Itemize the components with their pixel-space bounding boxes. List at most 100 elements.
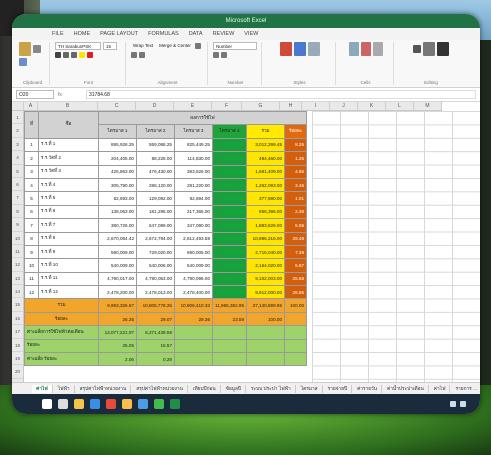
summary-empty-cell[interactable] — [246, 338, 286, 354]
subheader-q4[interactable]: ไตรมาส 4 — [211, 124, 248, 139]
total-cell[interactable]: 9,993,326.67 — [98, 298, 137, 313]
summary-empty-cell[interactable] — [211, 352, 248, 367]
total-cell[interactable]: 37,140,899.95 — [246, 298, 286, 313]
table-cell[interactable]: 2,164,020.00 — [246, 258, 286, 273]
sheet-tab[interactable]: เทียบปีก่อน — [189, 384, 221, 393]
table-cell[interactable]: ร.ร.ที่ 6 — [38, 204, 99, 220]
font-size-select[interactable]: 16 — [103, 42, 117, 50]
table-cell[interactable]: 217,365.00 — [174, 204, 213, 220]
subheader-total[interactable]: รวม — [246, 124, 286, 139]
table-cell[interactable]: 383,526.00 — [174, 164, 213, 179]
folder-icon[interactable] — [74, 399, 84, 409]
edge-icon[interactable] — [90, 399, 100, 409]
table-cell[interactable]: 82,694.00 — [174, 191, 213, 206]
table-cell[interactable]: 9 — [24, 244, 39, 260]
table-cell[interactable]: 6 — [24, 204, 39, 220]
format-as-table-icon[interactable] — [293, 42, 306, 56]
sheet-tab[interactable]: ค่าไฟ — [32, 384, 53, 393]
column-header[interactable]: I — [302, 102, 330, 110]
table-cell[interactable]: 3.46 — [284, 177, 308, 193]
table-cell[interactable]: ร.ร.ที่ 1 — [38, 137, 99, 153]
wrap-text-button[interactable]: Wrap Text — [131, 42, 155, 50]
menu-review[interactable]: REVIEW — [213, 31, 235, 37]
italic-icon[interactable] — [63, 52, 69, 58]
menu-view[interactable]: VIEW — [244, 31, 258, 37]
table-cell[interactable]: 2,478,013.00 — [136, 285, 175, 300]
network-icon[interactable] — [450, 401, 456, 407]
sheet-tab[interactable]: ไตรมาส — [297, 384, 323, 393]
table-cell[interactable]: 289,764.00 — [211, 177, 248, 193]
sheet-tab[interactable]: ระบบ ประปา ไฟฟ้า — [247, 384, 296, 393]
excel-icon[interactable] — [170, 399, 180, 409]
table-cell[interactable]: 5.06 — [284, 218, 308, 233]
table-cell[interactable]: 3 — [24, 164, 39, 179]
table-cell[interactable]: 9,102,003.00 — [246, 271, 286, 287]
summary-cell[interactable]: 8,271,439.56 — [136, 325, 175, 340]
table-cell[interactable]: ร.ร.ที่ 9 — [38, 244, 99, 260]
summary-cell[interactable]: 13,077,221.07 — [98, 325, 137, 340]
cut-icon[interactable] — [33, 45, 41, 53]
volume-icon[interactable] — [460, 401, 466, 407]
summary-empty-cell[interactable] — [211, 325, 248, 340]
chrome-icon[interactable] — [106, 399, 116, 409]
empty-cells[interactable] — [312, 111, 480, 382]
column-header[interactable]: D — [136, 102, 174, 110]
row-header[interactable]: 19 — [12, 352, 23, 366]
table-cell[interactable]: ร.ร.ที่ 10 — [38, 258, 99, 273]
summary-empty-cell[interactable] — [174, 325, 213, 340]
table-cell[interactable]: ร.ร.ที่ 4 — [38, 177, 99, 193]
files-icon[interactable] — [122, 399, 132, 409]
table-cell[interactable]: 3,012,299.45 — [246, 137, 286, 153]
fill-color-icon[interactable] — [79, 52, 85, 58]
bold-icon[interactable] — [55, 52, 61, 58]
row-header[interactable]: 15 — [12, 298, 23, 312]
table-cell[interactable]: ร.ร.วัดที่ 3 — [38, 164, 99, 179]
table-cell[interactable]: 5.87 — [284, 258, 308, 273]
sheet-grid[interactable]: ABCDEFGHIJKLM 1 2 3 4 5 6 7 8 9 10 11 12 13 14 15 16 17 1… — [12, 102, 480, 382]
table-cell[interactable]: 540,009.00 — [174, 258, 213, 273]
table-cell[interactable]: 2,716,040.00 — [246, 244, 286, 260]
menu-file[interactable]: FILE — [52, 31, 64, 37]
row-header[interactable]: 6 — [12, 178, 23, 192]
sheet-tab[interactable]: ข้อมูลปี — [222, 384, 246, 393]
summary-cell[interactable]: 25.05 — [98, 338, 137, 354]
summary-label[interactable]: ค่าเฉลี่ยการใช้ไฟฟ้าต่อเดือน — [24, 325, 99, 340]
row-header[interactable]: 20 — [12, 365, 23, 379]
store-icon[interactable] — [138, 399, 148, 409]
table-cell[interactable]: 5 — [24, 191, 39, 206]
table-cell[interactable]: 7 — [24, 218, 39, 233]
menu-home[interactable]: HOME — [74, 31, 91, 37]
percent-cell[interactable]: 100.00 — [246, 311, 286, 327]
percent-label[interactable]: ร้อยละ — [24, 311, 99, 327]
table-cell[interactable]: 1,883,626.00 — [246, 218, 286, 233]
total-cell[interactable]: 10,805,778.25 — [136, 298, 175, 313]
sheet-tab[interactable]: รายจ่ายปี — [324, 384, 353, 393]
row-header[interactable]: 3 — [12, 138, 23, 152]
table-cell[interactable]: 26.85 — [284, 285, 308, 300]
delete-cells-icon[interactable] — [360, 42, 371, 56]
table-cell[interactable]: 4,790,017.00 — [98, 271, 137, 287]
table-cell[interactable]: 377,690.00 — [246, 191, 286, 206]
summary-empty-cell[interactable] — [246, 352, 286, 367]
table-cell[interactable]: 706,906.00 — [211, 244, 248, 260]
table-cell[interactable]: ร.ร.ที่ 5 — [38, 191, 99, 206]
sheet-tab[interactable]: ค่ารายวัน — [353, 384, 383, 393]
menu-data[interactable]: DATA — [189, 31, 203, 37]
table-cell[interactable]: 8.25 — [284, 137, 308, 153]
percent-cell[interactable]: 26.35 — [98, 311, 137, 327]
subheader-q2[interactable]: ไตรมาส 2 — [136, 124, 175, 139]
formula-input[interactable]: 31784.68 — [86, 90, 476, 99]
autosum-icon[interactable] — [413, 45, 421, 53]
row-header[interactable]: 11 — [12, 245, 23, 259]
percent-cell[interactable]: 29.07 — [136, 311, 175, 327]
row-header[interactable]: 13 — [12, 272, 23, 286]
column-header[interactable]: L — [386, 102, 414, 110]
sheet-tab[interactable]: สรุปค่าไฟฟ้าหน่วยงาน — [76, 384, 132, 393]
row-header[interactable]: 5 — [12, 165, 23, 178]
format-cells-icon[interactable] — [372, 42, 383, 56]
total-label[interactable]: รวม — [24, 298, 99, 313]
menu-formulas[interactable]: FORMULAS — [148, 31, 179, 37]
column-header[interactable]: B — [38, 102, 98, 110]
table-cell[interactable]: 9,912,000.00 — [246, 285, 286, 300]
name-box[interactable]: O20 — [16, 90, 54, 99]
